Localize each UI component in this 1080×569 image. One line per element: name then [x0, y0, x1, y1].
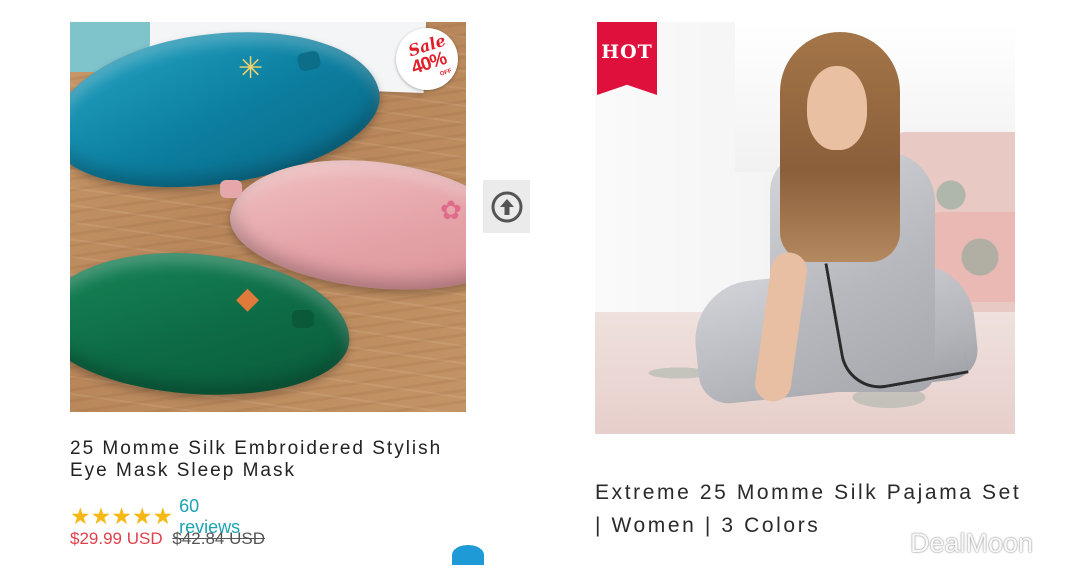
arrow-up-circle-icon [491, 191, 522, 222]
compare-at-price: $42.84 USD [172, 529, 265, 548]
star-icon: ★ [111, 504, 132, 530]
product-title-eye-mask[interactable]: 25 Momme Silk Embroidered Stylish Eye Ma… [70, 438, 450, 482]
star-icon: ★ [90, 504, 112, 530]
hot-badge: HOT [597, 22, 657, 95]
pineapple-embroidery-icon: ✳ [238, 52, 264, 85]
star-icon: ★ [152, 504, 174, 530]
pink-mask-strap [220, 180, 242, 198]
star-icon: ★ [70, 504, 91, 530]
flamingo-embroidery-icon: ✿ [440, 195, 462, 225]
sale-price: $29.99 USD [70, 529, 163, 548]
product-image-pajama-set[interactable] [595, 22, 1015, 434]
price-row: $29.99 USD $42.84 USD [70, 529, 265, 549]
model-face [807, 66, 867, 150]
scroll-to-top-button[interactable] [483, 180, 530, 233]
product-image-eye-mask[interactable]: ✳ ✿ ◆ Sale 40% OFF [70, 22, 466, 412]
star-icon: ★ [131, 504, 153, 530]
sale-badge: Sale 40% OFF [396, 28, 458, 90]
dealmoon-watermark: DealMoon [910, 528, 1034, 558]
green-mask-strap [292, 310, 314, 328]
partial-chat-button[interactable] [452, 545, 484, 565]
fox-embroidery-icon: ◆ [236, 282, 260, 315]
